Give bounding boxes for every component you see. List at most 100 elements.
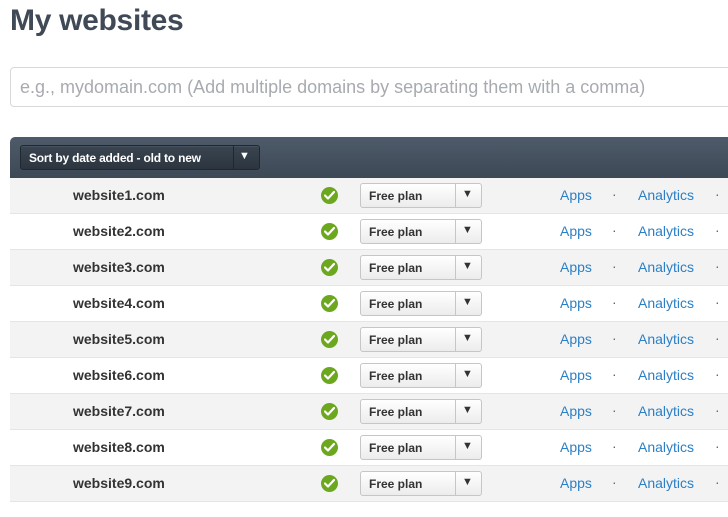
plan-label: Free plan [369, 369, 423, 383]
separator-dot: · [715, 186, 720, 202]
plan-divider [455, 436, 456, 459]
chevron-down-icon: ▼ [462, 368, 473, 380]
website-row: website2.com Free plan ▼ Apps · Analytics · [10, 214, 728, 250]
chevron-down-icon: ▼ [462, 476, 473, 488]
website-row: website4.com Free plan ▼ Apps · Analytics · [10, 286, 728, 322]
apps-link[interactable]: Apps [560, 331, 592, 347]
website-domain: website7.com [73, 403, 165, 419]
chevron-down-icon: ▼ [462, 224, 473, 236]
plan-select[interactable]: Free plan ▼ [360, 255, 482, 280]
plan-label: Free plan [369, 225, 423, 239]
separator-dot: · [612, 186, 617, 202]
page-title: My websites [10, 4, 184, 37]
plan-label: Free plan [369, 261, 423, 275]
check-circle-icon [321, 439, 338, 456]
plan-select[interactable]: Free plan ▼ [360, 399, 482, 424]
plan-select[interactable]: Free plan ▼ [360, 219, 482, 244]
plan-divider [455, 328, 456, 351]
plan-select[interactable]: Free plan ▼ [360, 291, 482, 316]
separator-dot: · [612, 474, 617, 490]
apps-link[interactable]: Apps [560, 187, 592, 203]
chevron-down-icon: ▼ [462, 404, 473, 416]
plan-select[interactable]: Free plan ▼ [360, 327, 482, 352]
website-row: website6.com Free plan ▼ Apps · Analytics · [10, 358, 728, 394]
separator-dot: · [715, 330, 720, 346]
plan-divider [455, 364, 456, 387]
separator-dot: · [612, 222, 617, 238]
plan-divider [455, 400, 456, 423]
separator-dot: · [715, 222, 720, 238]
plan-label: Free plan [369, 405, 423, 419]
check-circle-icon [321, 367, 338, 384]
analytics-link[interactable]: Analytics [638, 475, 694, 491]
separator-dot: · [715, 438, 720, 454]
check-circle-icon [321, 475, 338, 492]
website-domain: website1.com [73, 187, 165, 203]
separator-dot: · [612, 438, 617, 454]
plan-select[interactable]: Free plan ▼ [360, 363, 482, 388]
website-row: website9.com Free plan ▼ Apps · Analytics · [10, 466, 728, 502]
apps-link[interactable]: Apps [560, 475, 592, 491]
check-circle-icon [321, 403, 338, 420]
website-row: website1.com Free plan ▼ Apps · Analytics · [10, 178, 728, 214]
chevron-down-icon: ▼ [462, 296, 473, 308]
plan-label: Free plan [369, 189, 423, 203]
plan-divider [455, 256, 456, 279]
separator-dot: · [715, 474, 720, 490]
apps-link[interactable]: Apps [560, 295, 592, 311]
website-row: website8.com Free plan ▼ Apps · Analytics · [10, 430, 728, 466]
check-circle-icon [321, 187, 338, 204]
plan-label: Free plan [369, 441, 423, 455]
analytics-link[interactable]: Analytics [638, 367, 694, 383]
plan-label: Free plan [369, 477, 423, 491]
separator-dot: · [715, 294, 720, 310]
website-domain: website3.com [73, 259, 165, 275]
separator-dot: · [612, 330, 617, 346]
websites-panel: Sort by date added - old to new ▼ websit… [10, 137, 728, 517]
plan-select[interactable]: Free plan ▼ [360, 183, 482, 208]
apps-link[interactable]: Apps [560, 403, 592, 419]
chevron-down-icon: ▼ [462, 440, 473, 452]
separator-dot: · [715, 366, 720, 382]
plan-divider [455, 472, 456, 495]
apps-link[interactable]: Apps [560, 367, 592, 383]
analytics-link[interactable]: Analytics [638, 403, 694, 419]
plan-label: Free plan [369, 297, 423, 311]
analytics-link[interactable]: Analytics [638, 259, 694, 275]
separator-dot: · [612, 258, 617, 274]
website-row: website3.com Free plan ▼ Apps · Analytics · [10, 250, 728, 286]
analytics-link[interactable]: Analytics [638, 295, 694, 311]
separator-dot: · [715, 258, 720, 274]
domain-input[interactable] [10, 67, 728, 107]
chevron-down-icon: ▼ [239, 150, 250, 162]
check-circle-icon [321, 223, 338, 240]
plan-label: Free plan [369, 333, 423, 347]
panel-header: Sort by date added - old to new ▼ [10, 137, 728, 178]
website-domain: website4.com [73, 295, 165, 311]
apps-link[interactable]: Apps [560, 259, 592, 275]
separator-dot: · [612, 402, 617, 418]
separator-dot: · [715, 402, 720, 418]
analytics-link[interactable]: Analytics [638, 223, 694, 239]
separator-dot: · [612, 294, 617, 310]
analytics-link[interactable]: Analytics [638, 439, 694, 455]
apps-link[interactable]: Apps [560, 223, 592, 239]
website-domain: website6.com [73, 367, 165, 383]
plan-select[interactable]: Free plan ▼ [360, 471, 482, 496]
website-domain: website9.com [73, 475, 165, 491]
sort-label: Sort by date added - old to new [29, 151, 201, 165]
plan-select[interactable]: Free plan ▼ [360, 435, 482, 460]
chevron-down-icon: ▼ [462, 260, 473, 272]
apps-link[interactable]: Apps [560, 439, 592, 455]
sort-divider [233, 146, 234, 169]
sort-select[interactable]: Sort by date added - old to new ▼ [20, 145, 260, 170]
chevron-down-icon: ▼ [462, 332, 473, 344]
website-row: website7.com Free plan ▼ Apps · Analytics · [10, 394, 728, 430]
analytics-link[interactable]: Analytics [638, 187, 694, 203]
plan-divider [455, 292, 456, 315]
check-circle-icon [321, 295, 338, 312]
separator-dot: · [612, 366, 617, 382]
chevron-down-icon: ▼ [462, 188, 473, 200]
analytics-link[interactable]: Analytics [638, 331, 694, 347]
website-domain: website2.com [73, 223, 165, 239]
